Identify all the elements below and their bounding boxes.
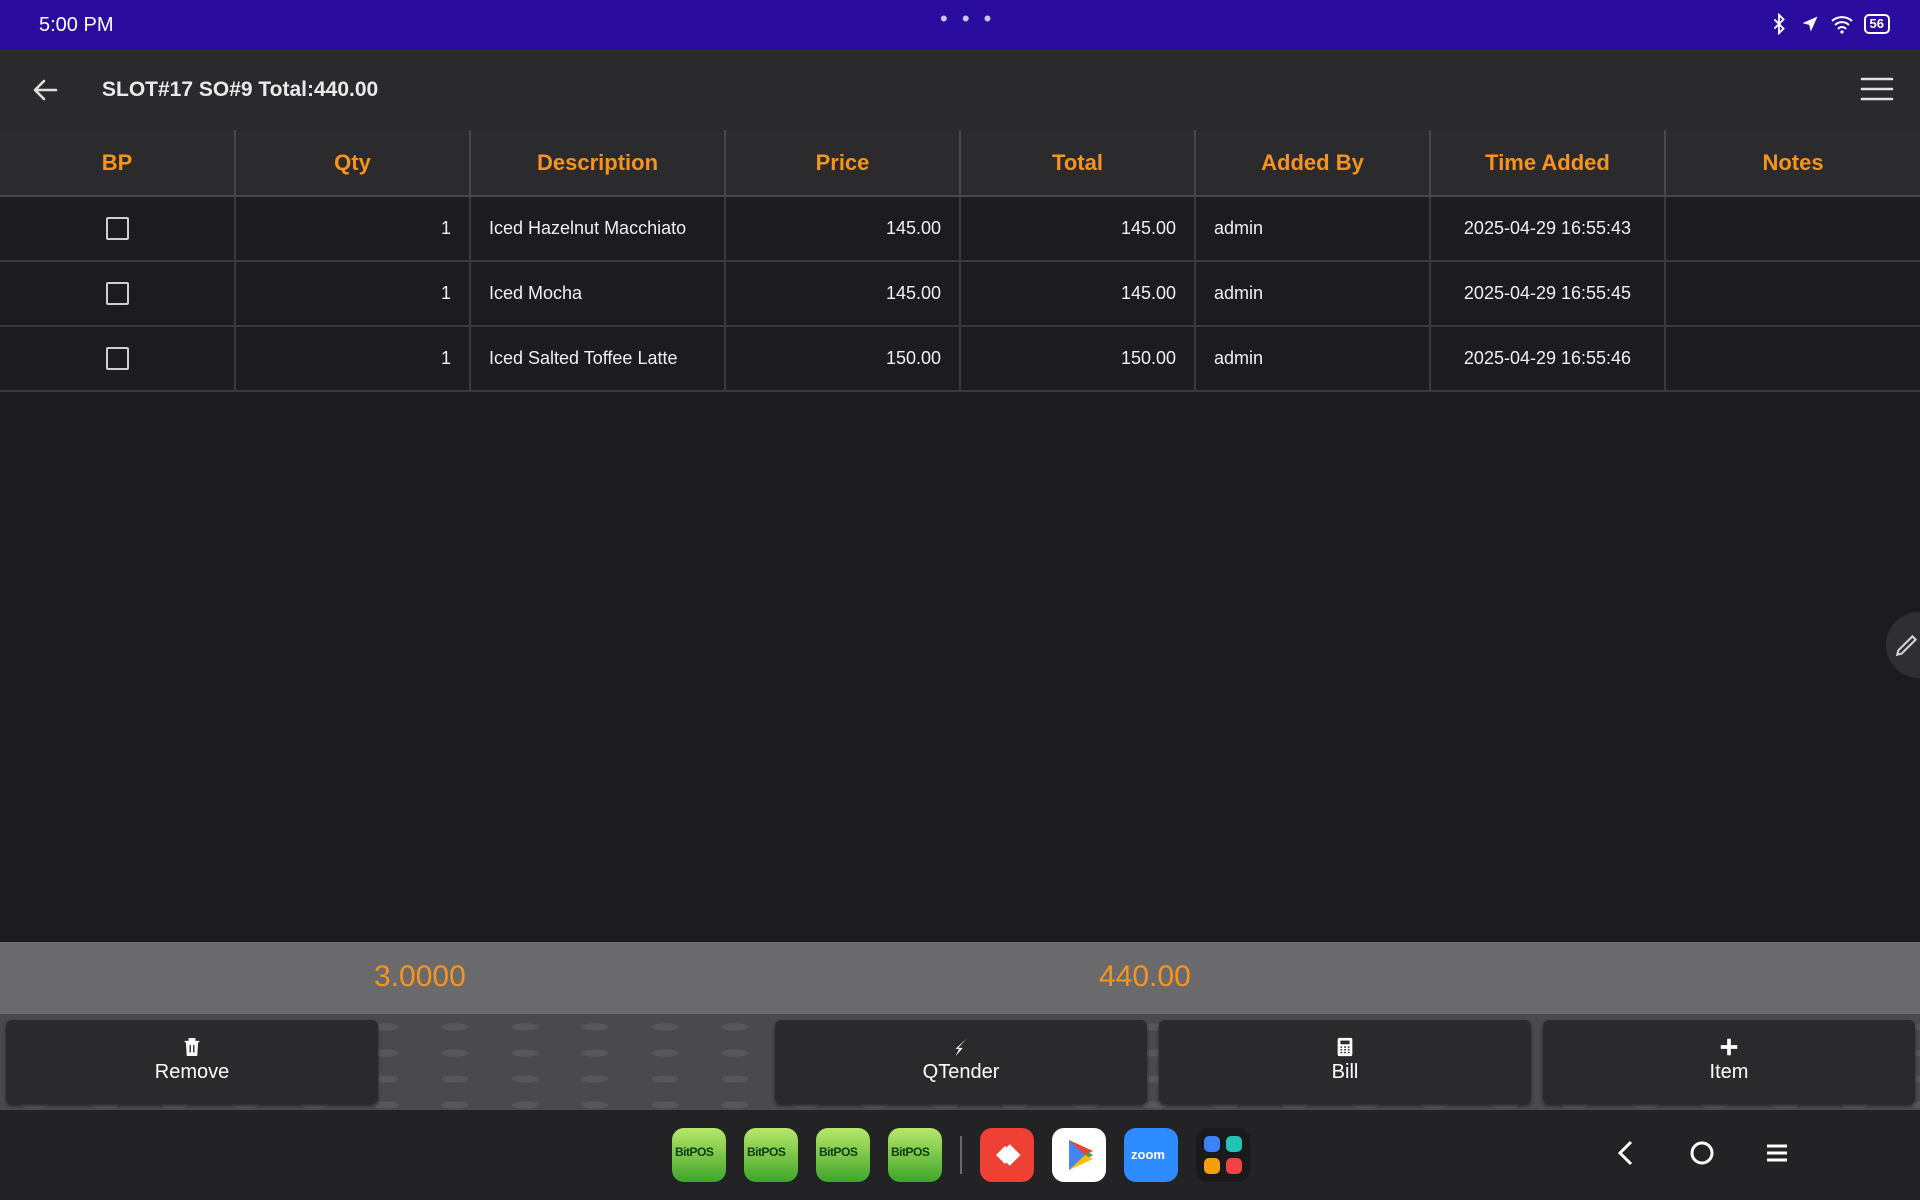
bitpos-app-icon[interactable]: BitPOS (672, 1128, 726, 1182)
location-icon (1802, 16, 1818, 32)
time-added-cell: 2025-04-29 16:55:46 (1430, 326, 1666, 392)
dock-divider (960, 1136, 962, 1174)
total-cell: 145.00 (960, 261, 1196, 327)
table-row[interactable]: 1 Iced Mocha 145.00 145.00 admin 2025-04… (0, 261, 1920, 327)
bill-button-label: Bill (1331, 1061, 1359, 1083)
play-store-icon (1069, 1140, 1093, 1170)
status-bar: 5:00 PM • • • 56 (0, 0, 1920, 50)
page-title: SLOT#17 SO#9 Total:440.00 (102, 78, 379, 101)
play-store-app-icon[interactable] (1052, 1128, 1106, 1182)
total-cell: 145.00 (960, 196, 1196, 262)
column-header-qty[interactable]: Qty (235, 130, 471, 197)
total-cell: 150.00 (960, 326, 1196, 392)
price-cell: 150.00 (725, 326, 961, 392)
anydesk-icon (996, 1144, 1021, 1166)
more-dots-icon[interactable]: • • • (940, 6, 995, 32)
column-header-bp[interactable]: BP (0, 130, 236, 197)
system-navigation-bar: BitPOS BitPOS BitPOS BitPOS zoom (0, 1110, 1920, 1200)
column-header-total[interactable]: Total (960, 130, 1196, 197)
app-bar: SLOT#17 SO#9 Total:440.00 (0, 50, 1920, 130)
qty-cell: 1 (235, 326, 471, 392)
calculator-icon (1337, 1037, 1353, 1057)
column-header-price[interactable]: Price (725, 130, 961, 197)
column-header-time-added[interactable]: Time Added (1430, 130, 1666, 197)
remove-button-label: Remove (154, 1061, 230, 1083)
apps-grid-icon (1204, 1136, 1242, 1174)
table-header-row: BP Qty Description Price Total Added By … (0, 130, 1920, 197)
nav-back-icon[interactable] (1612, 1138, 1640, 1168)
lightning-icon (955, 1038, 967, 1057)
bp-checkbox[interactable] (105, 217, 129, 240)
totals-summary-bar: 3.0000 440.00 (0, 942, 1920, 1014)
zoom-app-icon[interactable]: zoom (1124, 1128, 1178, 1182)
status-time: 5:00 PM (39, 14, 114, 36)
system-nav-buttons (1612, 1138, 1790, 1168)
bitpos-app-icon[interactable]: BitPOS (744, 1128, 798, 1182)
notes-cell (1665, 326, 1920, 392)
added-by-cell: admin (1195, 261, 1431, 327)
time-added-cell: 2025-04-29 16:55:43 (1430, 196, 1666, 262)
description-cell: Iced Mocha (470, 261, 726, 327)
notes-cell (1665, 261, 1920, 327)
app-dock: BitPOS BitPOS BitPOS BitPOS zoom (672, 1128, 1250, 1182)
total-quantity: 3.0000 (374, 960, 466, 993)
order-items-table: BP Qty Description Price Total Added By … (0, 130, 1920, 392)
battery-icon: 56 (1863, 14, 1890, 34)
bp-cell (0, 196, 236, 262)
app-drawer-icon[interactable] (1196, 1128, 1250, 1182)
nav-recents-icon[interactable] (1764, 1141, 1790, 1165)
action-bar: Remove QTender Bill Item (0, 1014, 1920, 1110)
qtender-button[interactable]: QTender (775, 1020, 1147, 1104)
add-item-button-label: Item (1709, 1061, 1749, 1083)
column-header-added-by[interactable]: Added By (1195, 130, 1431, 197)
anydesk-app-icon[interactable] (980, 1128, 1034, 1182)
table-row[interactable]: 1 Iced Hazelnut Macchiato 145.00 145.00 … (0, 196, 1920, 262)
trash-icon (184, 1038, 200, 1056)
bill-button[interactable]: Bill (1159, 1020, 1531, 1104)
price-cell: 145.00 (725, 261, 961, 327)
qtender-button-label: QTender (922, 1061, 1000, 1083)
add-item-button[interactable]: Item (1543, 1020, 1915, 1104)
column-header-notes[interactable]: Notes (1665, 130, 1920, 197)
qty-cell: 1 (235, 261, 471, 327)
pen-icon (1895, 634, 1918, 657)
bitpos-attendance-app-icon[interactable]: BitPOS (816, 1128, 870, 1182)
bluetooth-icon (1773, 13, 1785, 35)
remove-button[interactable]: Remove (6, 1020, 378, 1104)
total-amount: 440.00 (1099, 960, 1191, 993)
bp-cell (0, 261, 236, 327)
description-cell: Iced Hazelnut Macchiato (470, 196, 726, 262)
bitpos-app-icon[interactable]: BitPOS (888, 1128, 942, 1182)
back-arrow-icon[interactable] (28, 72, 64, 108)
column-header-description[interactable]: Description (470, 130, 726, 197)
notes-cell (1665, 196, 1920, 262)
plus-icon (1720, 1038, 1738, 1056)
bp-checkbox[interactable] (105, 347, 129, 370)
status-icons: 56 (1768, 13, 1890, 35)
table-row[interactable]: 1 Iced Salted Toffee Latte 150.00 150.00… (0, 326, 1920, 392)
nav-home-icon[interactable] (1688, 1139, 1716, 1167)
added-by-cell: admin (1195, 326, 1431, 392)
description-cell: Iced Salted Toffee Latte (470, 326, 726, 392)
hamburger-menu-icon[interactable] (1860, 76, 1894, 102)
time-added-cell: 2025-04-29 16:55:45 (1430, 261, 1666, 327)
stylus-edge-tab[interactable] (1886, 612, 1920, 678)
wifi-icon (1830, 16, 1853, 34)
added-by-cell: admin (1195, 196, 1431, 262)
qty-cell: 1 (235, 196, 471, 262)
bp-checkbox[interactable] (105, 282, 129, 305)
bp-cell (0, 326, 236, 392)
price-cell: 145.00 (725, 196, 961, 262)
